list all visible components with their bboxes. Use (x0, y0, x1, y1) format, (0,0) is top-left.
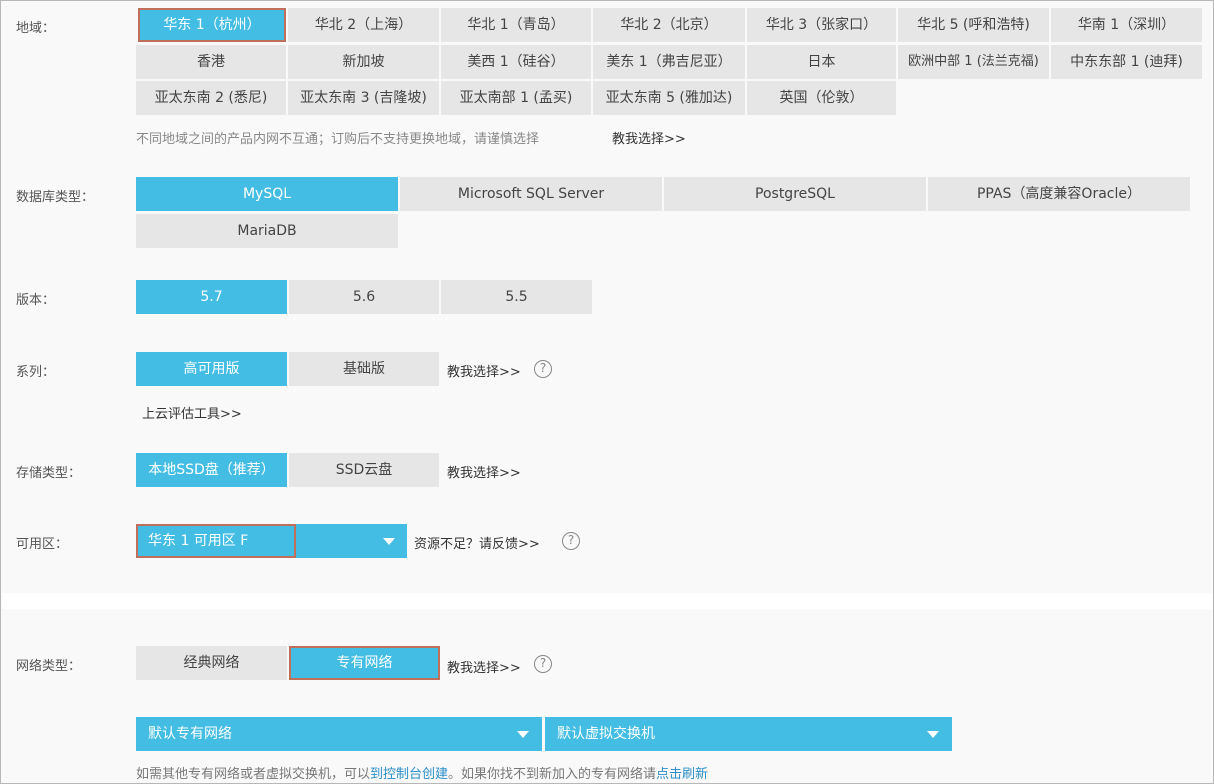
region-option-shenzhen[interactable]: 华南 1（深圳） (1051, 8, 1202, 42)
storage-option-ssd-cloud[interactable]: SSD云盘 (289, 453, 439, 487)
zone-select-value: 华东 1 可用区 F (148, 533, 249, 549)
vpc-select[interactable]: 默认专有网络 (136, 717, 542, 751)
network-note-middle: 。如果你找不到新加入的专有网络请 (448, 767, 657, 782)
section-divider (2, 593, 1212, 609)
region-option-frankfurt[interactable]: 欧洲中部 1 (法兰克福) (898, 45, 1049, 79)
series-label: 系列： (16, 365, 56, 380)
zone-select[interactable]: 华东 1 可用区 F (136, 524, 407, 558)
question-circle-icon[interactable]: ? (562, 532, 580, 550)
db-type-option-sqlserver[interactable]: Microsoft SQL Server (400, 177, 662, 211)
question-circle-icon[interactable]: ? (534, 360, 552, 378)
region-option-us-east[interactable]: 美东 1（弗吉尼亚） (593, 45, 745, 79)
series-option-ha[interactable]: 高可用版 (136, 352, 287, 386)
db-type-option-postgresql[interactable]: PostgreSQL (664, 177, 926, 211)
region-option-zhangjiakou[interactable]: 华北 3（张家口） (747, 8, 896, 42)
network-option-vpc[interactable]: 专有网络 (289, 646, 440, 680)
region-option-singapore[interactable]: 新加坡 (288, 45, 439, 79)
region-option-us-west[interactable]: 美西 1（硅谷） (441, 45, 591, 79)
region-option-mumbai[interactable]: 亚太南部 1 (孟买) (441, 81, 591, 115)
storage-option-local-ssd[interactable]: 本地SSD盘（推荐） (136, 453, 287, 487)
storage-help-link[interactable]: 教我选择>> (447, 462, 521, 481)
vswitch-select-value: 默认虚拟交换机 (557, 726, 655, 742)
version-option-5-7[interactable]: 5.7 (136, 280, 287, 314)
db-type-option-ppas[interactable]: PPAS（高度兼容Oracle） (928, 177, 1190, 211)
version-option-5-6[interactable]: 5.6 (289, 280, 439, 314)
region-hint: 不同地域之间的产品内网不互通；订购后不支持更换地域，请谨慎选择 (136, 132, 540, 147)
region-option-kualalumpur[interactable]: 亚太东南 3 (吉隆坡) (288, 81, 439, 115)
network-note: 如需其他专有网络或者虚拟交换机，可以到控制台创建。如果你找不到新加入的专有网络请… (136, 763, 708, 782)
network-option-classic[interactable]: 经典网络 (136, 646, 287, 680)
db-type-option-mariadb[interactable]: MariaDB (136, 214, 398, 248)
region-option-hangzhou[interactable]: 华东 1（杭州） (138, 8, 286, 42)
vpc-select-value: 默认专有网络 (148, 726, 232, 742)
region-option-sydney[interactable]: 亚太东南 2 (悉尼) (136, 81, 286, 115)
region-label: 地域： (16, 21, 56, 36)
network-label: 网络类型： (16, 659, 82, 674)
zone-feedback-link[interactable]: 资源不足？请反馈>> (414, 533, 540, 552)
version-label: 版本： (16, 293, 56, 308)
network-help-link[interactable]: 教我选择>> (447, 657, 521, 676)
region-option-london[interactable]: 英国（伦敦） (747, 81, 896, 115)
zone-label: 可用区： (16, 537, 69, 552)
db-type-label: 数据库类型： (16, 190, 95, 205)
network-note-prefix: 如需其他专有网络或者虚拟交换机，可以 (136, 767, 371, 782)
version-option-5-5[interactable]: 5.5 (441, 280, 592, 314)
region-option-dubai[interactable]: 中东东部 1 (迪拜) (1051, 45, 1202, 79)
region-option-beijing[interactable]: 华北 2（北京） (593, 8, 745, 42)
refresh-link[interactable]: 点击刷新 (656, 767, 708, 782)
caret-down-icon (517, 731, 529, 738)
series-option-basic[interactable]: 基础版 (289, 352, 439, 386)
storage-label: 存储类型： (16, 466, 82, 481)
region-option-japan[interactable]: 日本 (747, 45, 896, 79)
region-option-qingdao[interactable]: 华北 1（青岛） (441, 8, 591, 42)
create-in-console-link[interactable]: 到控制台创建 (370, 767, 448, 782)
region-option-jakarta[interactable]: 亚太东南 5 (雅加达) (593, 81, 745, 115)
vswitch-select[interactable]: 默认虚拟交换机 (545, 717, 952, 751)
caret-down-icon (927, 731, 939, 738)
region-option-huhehaote[interactable]: 华北 5 (呼和浩特) (898, 8, 1049, 42)
region-help-link[interactable]: 教我选择>> (612, 128, 686, 147)
cloud-eval-tool-link[interactable]: 上云评估工具>> (142, 403, 242, 422)
region-option-hongkong[interactable]: 香港 (136, 45, 286, 79)
caret-down-icon (383, 538, 395, 545)
series-help-link[interactable]: 教我选择>> (447, 361, 521, 380)
db-type-option-mysql[interactable]: MySQL (136, 177, 398, 211)
question-circle-icon[interactable]: ? (534, 655, 552, 673)
region-option-shanghai[interactable]: 华北 2（上海） (288, 8, 439, 42)
